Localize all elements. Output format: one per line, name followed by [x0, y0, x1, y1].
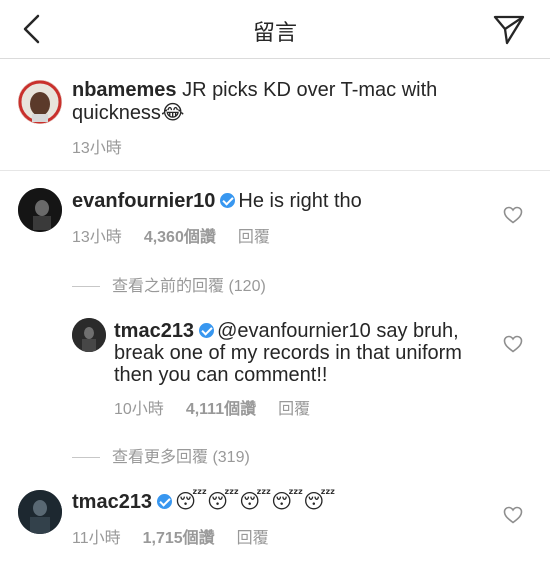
- caption-meta: 13小時: [72, 134, 122, 158]
- reply-body-line-3: then you can comment!!: [114, 364, 328, 386]
- reply-body-line-2: break one of my records in that uniform: [114, 342, 462, 364]
- heart-icon: [503, 206, 523, 224]
- reply-username[interactable]: tmac213: [114, 320, 194, 342]
- avatar[interactable]: [18, 490, 62, 534]
- reply-button[interactable]: 回覆: [238, 229, 270, 246]
- page-title: 留言: [252, 20, 297, 45]
- divider-line: [72, 457, 100, 459]
- avatar[interactable]: [18, 80, 62, 124]
- reply-body-line-1: say bruh,: [370, 320, 459, 342]
- comment-like-count[interactable]: 4,360個讚: [144, 229, 216, 246]
- comment-text: evanfournier10 He is right tho: [72, 190, 362, 212]
- caption-text: nbamemes JR picks KD over T-mac with qui…: [72, 79, 512, 124]
- laughing-emoji: 😂: [160, 100, 185, 124]
- reply-meta: 10小時 4,111個讚 回覆: [114, 395, 310, 419]
- verified-badge-icon: [220, 193, 236, 208]
- view-more-replies[interactable]: 查看更多回覆 (319): [72, 443, 250, 467]
- divider-line: [72, 286, 100, 288]
- avatar[interactable]: [72, 318, 106, 352]
- comment-avatar-image: [18, 490, 62, 534]
- reply-line-1: tmac213 @evanfournier10 say bruh,: [114, 320, 494, 342]
- post-caption: nbamemes JR picks KD over T-mac with qui…: [0, 58, 550, 171]
- caption-timestamp: 13小時: [72, 140, 122, 157]
- view-more-replies-label: 查看更多回覆 (319): [112, 449, 250, 466]
- heart-icon: [503, 506, 523, 524]
- verified-badge-icon: [199, 323, 215, 338]
- comment-avatar-image: [18, 188, 62, 232]
- view-previous-replies-label: 查看之前的回覆 (120): [112, 278, 266, 295]
- verified-badge-icon: [157, 494, 173, 509]
- reply-button[interactable]: 回覆: [237, 530, 269, 547]
- like-button[interactable]: [503, 335, 523, 353]
- view-previous-replies[interactable]: 查看之前的回覆 (120): [72, 272, 266, 296]
- comment-username[interactable]: evanfournier10: [72, 190, 215, 212]
- comment-meta: 13小時 4,360個讚 回覆: [72, 223, 270, 247]
- comment-like-count[interactable]: 1,715個讚: [143, 530, 215, 547]
- caption-username[interactable]: nbamemes: [72, 79, 177, 101]
- share-button[interactable]: [492, 12, 526, 46]
- comment-text: tmac213 😴😴😴😴😴: [72, 490, 335, 513]
- reply-like-count[interactable]: 4,111個讚: [186, 401, 256, 418]
- comment-timestamp: 13小時: [72, 229, 122, 246]
- like-button[interactable]: [503, 206, 523, 224]
- avatar[interactable]: [18, 188, 62, 232]
- heart-icon: [503, 335, 523, 353]
- reply-avatar-image: [72, 318, 106, 352]
- like-button[interactable]: [503, 506, 523, 524]
- comment-username[interactable]: tmac213: [72, 491, 152, 513]
- comment-timestamp: 11小時: [72, 530, 121, 547]
- reply-timestamp: 10小時: [114, 401, 164, 418]
- reply-mention[interactable]: @evanfournier10: [217, 320, 371, 342]
- reply-text: tmac213 @evanfournier10 say bruh, break o…: [114, 320, 494, 386]
- top-bar: 留言: [0, 0, 550, 59]
- paper-plane-icon: [493, 15, 525, 45]
- comment-body: 😴😴😴😴😴: [175, 489, 336, 513]
- caption-avatar-image: [18, 80, 62, 124]
- reply-button[interactable]: 回覆: [278, 401, 310, 418]
- comment-body: He is right tho: [238, 190, 362, 212]
- comment-meta: 11小時 1,715個讚 回覆: [72, 524, 269, 548]
